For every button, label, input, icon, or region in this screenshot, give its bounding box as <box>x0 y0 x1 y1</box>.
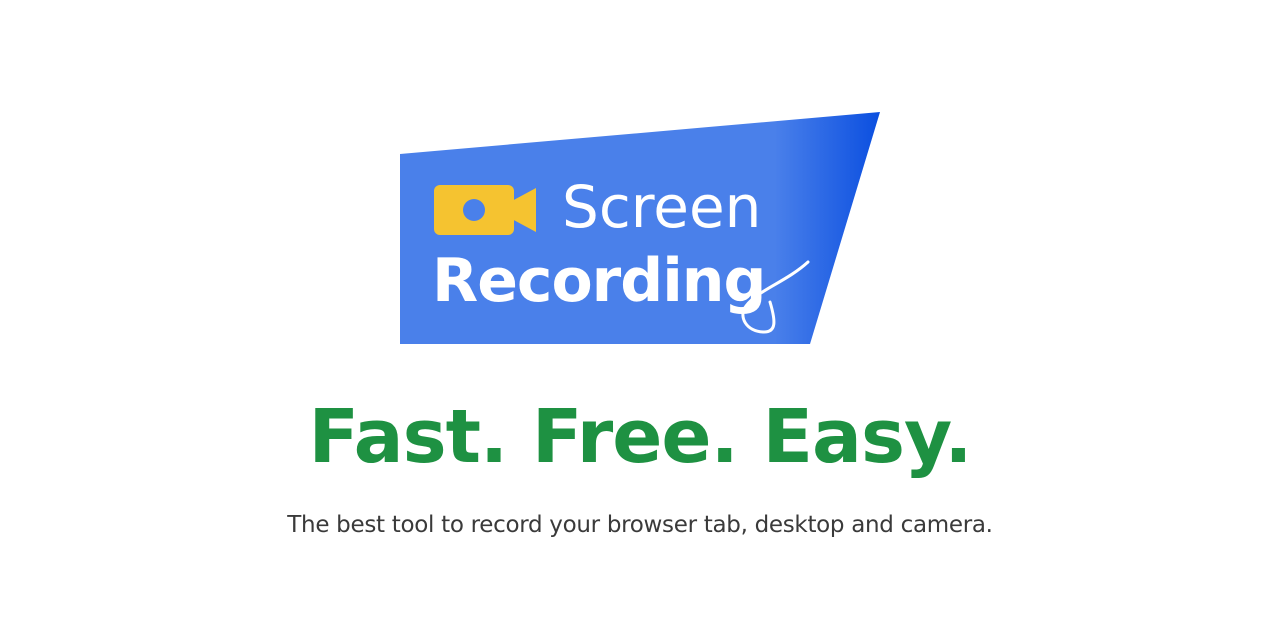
description-text: The best tool to record your browser tab… <box>287 512 993 538</box>
logo-recording-text: Recording <box>432 246 766 316</box>
promo-page: Screen Recording Fast. Free. Easy. The b… <box>0 0 1280 640</box>
headline: Fast. Free. Easy. <box>308 394 972 480</box>
logo-screen-text: Screen <box>562 173 762 241</box>
screen-recording-logo: Screen Recording <box>398 110 884 348</box>
